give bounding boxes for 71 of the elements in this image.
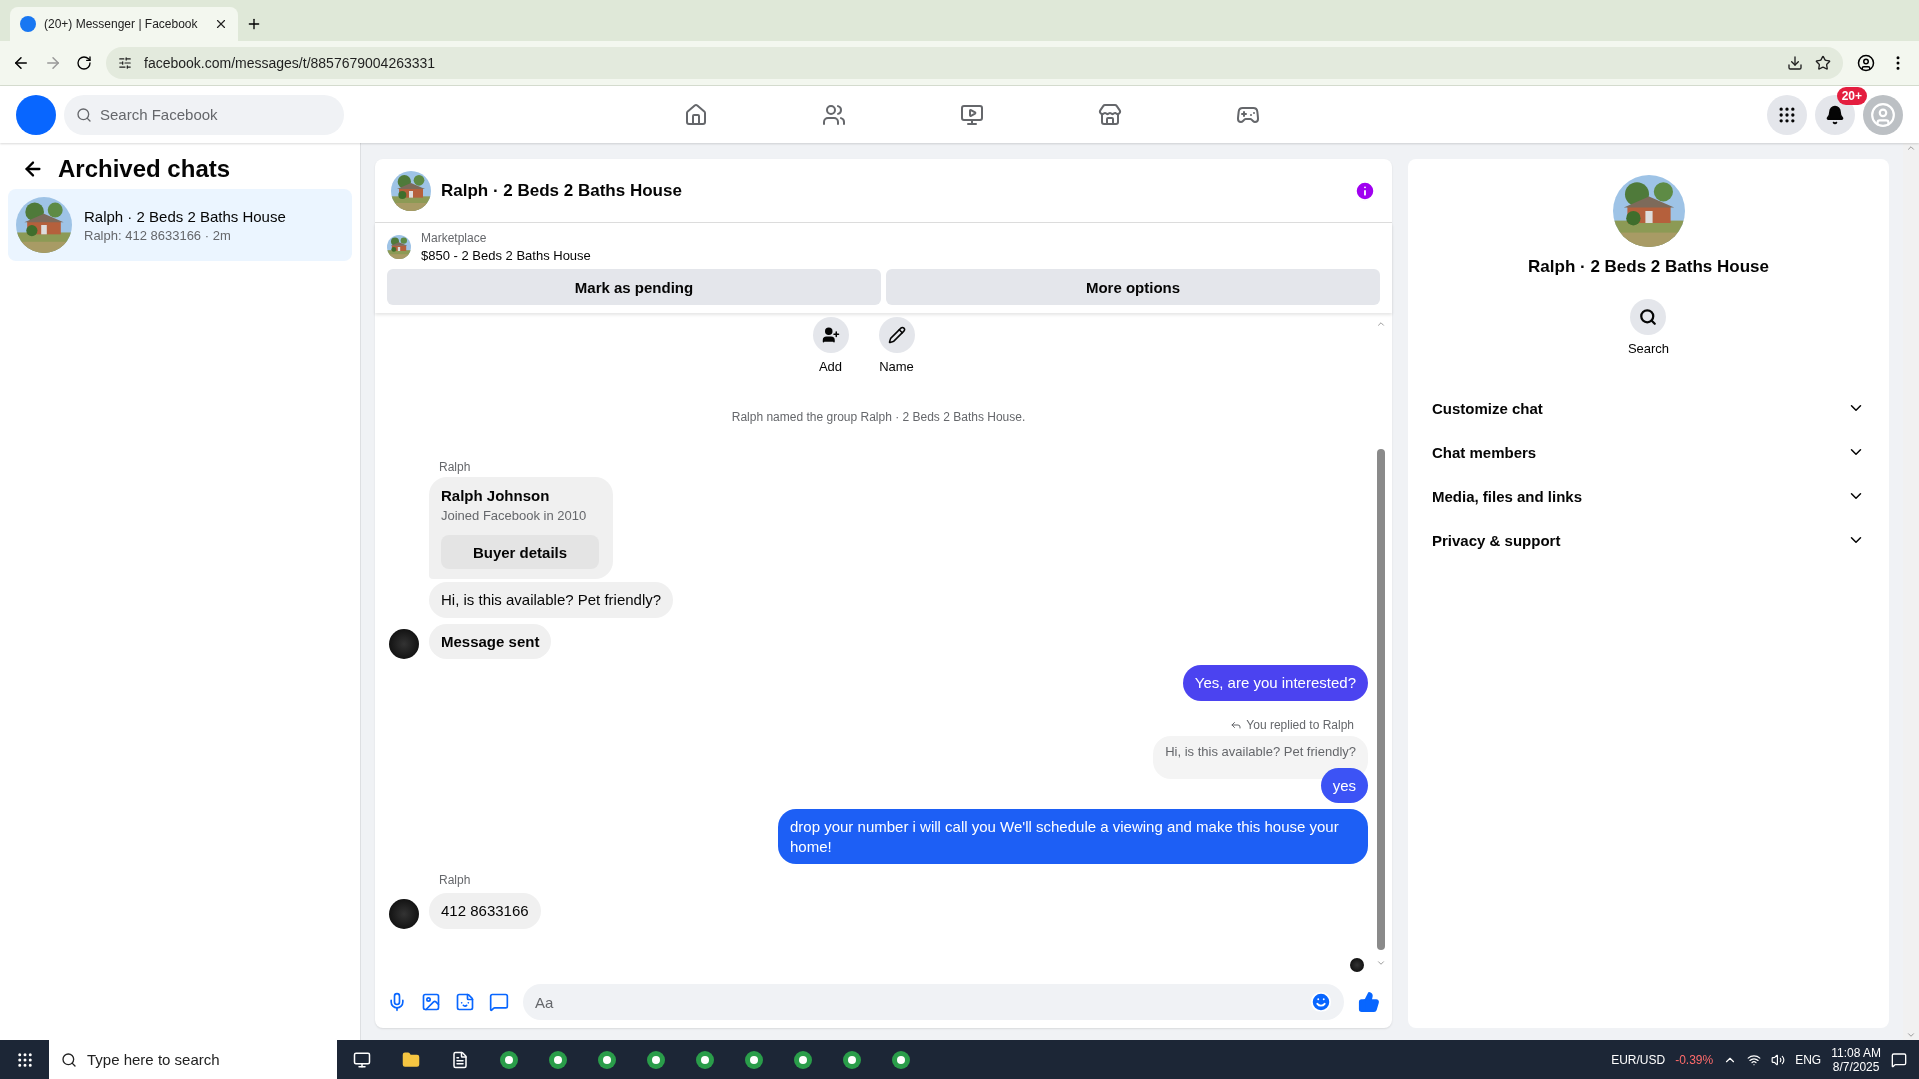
menu-grid-button[interactable]	[1767, 94, 1807, 135]
taskbar-search[interactable]: Type here to search	[49, 1040, 337, 1079]
search-icon	[61, 1051, 77, 1068]
message-bubble: 412 8633166	[429, 893, 541, 929]
url-text: facebook.com/messages/t/8857679004263331	[144, 55, 437, 71]
notification-badge: 20+	[1836, 86, 1867, 105]
listing-title: $850 - 2 Beds 2 Baths House	[421, 248, 591, 263]
reload-icon[interactable]	[76, 55, 92, 71]
message-bubble: Hi, is this available? Pet friendly?	[429, 582, 674, 618]
search-icon	[76, 106, 92, 123]
sender-name: Ralph	[439, 460, 472, 474]
ticker-symbol: EUR/USD	[1611, 1052, 1666, 1067]
mic-icon[interactable]	[387, 992, 407, 1012]
buyer-joined: Joined Facebook in 2010	[441, 508, 588, 523]
seen-avatar	[1350, 958, 1364, 972]
bell-icon	[1825, 104, 1845, 125]
buyer-name: Ralph Johnson	[441, 487, 551, 504]
profile-icon[interactable]	[1857, 54, 1875, 72]
search-field[interactable]: Search Facebook	[64, 94, 344, 135]
message-bubble: Message sent	[429, 623, 552, 659]
network-icon[interactable]	[1747, 1052, 1762, 1067]
chat-title: Ralph · 2 Beds 2 Baths House	[441, 180, 683, 201]
ticker-change: -0.39%	[1675, 1052, 1714, 1067]
close-icon[interactable]	[214, 17, 228, 31]
sticker-icon[interactable]	[455, 992, 475, 1012]
message-bubble: yes	[1320, 767, 1368, 803]
info-icon[interactable]	[1354, 179, 1376, 202]
details-title: Ralph · 2 Beds 2 Baths House	[1528, 257, 1769, 277]
volume-icon[interactable]	[1771, 1052, 1786, 1067]
notification-icon[interactable]	[1891, 1051, 1907, 1068]
listing-button[interactable]: More options	[886, 269, 1380, 305]
like-icon[interactable]	[1358, 991, 1380, 1013]
message-bubble: drop your number i will call you We'll schedule a viewing and make this house your home!	[778, 809, 1368, 864]
tab-title: (20+) Messenger | Facebook	[44, 17, 199, 31]
photo-icon[interactable]	[421, 992, 441, 1012]
scrollbar-thumb[interactable]	[1377, 449, 1385, 950]
details-section[interactable]: Chat members	[1424, 430, 1873, 474]
search-placeholder: Search Facebook	[100, 106, 218, 123]
site-info-icon[interactable]	[118, 56, 132, 70]
back-icon[interactable]	[12, 54, 30, 72]
chat-preview: Ralph: 412 8633166 · 2m	[84, 227, 232, 243]
listing-button[interactable]: Mark as pending	[387, 269, 881, 305]
bookmark-icon[interactable]	[1815, 55, 1831, 71]
browser-tab[interactable]: (20+) Messenger | Facebook	[10, 7, 238, 41]
address-bar[interactable]: facebook.com/messages/t/8857679004263331	[106, 47, 1843, 79]
install-icon[interactable]	[1787, 55, 1803, 71]
avatar-icon	[1870, 101, 1896, 128]
sender-name: Ralph	[439, 873, 472, 887]
message-bubble: Yes, are you interested?	[1182, 665, 1368, 701]
chat-name: Ralph · 2 Beds 2 Baths House	[84, 207, 286, 225]
chat-item[interactable]: Ralph · 2 Beds 2 Baths House Ralph: 412 8633166 · 2m	[8, 189, 352, 261]
details-section[interactable]: Customize chat	[1424, 386, 1873, 430]
clock[interactable]: 11:08 AM 8/7/2025	[1831, 1045, 1881, 1074]
details-section[interactable]: Media, files and links	[1424, 474, 1873, 518]
forward-icon[interactable]	[44, 54, 62, 72]
details-section[interactable]: Privacy & support	[1424, 518, 1873, 562]
listing-source: Marketplace	[421, 231, 488, 245]
quoted-message: Hi, is this available? Pet friendly?	[1153, 735, 1368, 779]
language-indicator[interactable]: ENG	[1795, 1052, 1822, 1067]
pencil-icon	[887, 326, 906, 344]
system-message: Ralph named the group Ralph · 2 Beds 2 Baths House.	[730, 410, 1027, 424]
favicon	[20, 16, 36, 32]
logo[interactable]	[16, 94, 56, 135]
reply-label: You replied to Ralph	[1246, 717, 1354, 732]
message-field[interactable]: Aa	[523, 984, 1344, 1020]
sidebar-title: Archived chats	[58, 155, 231, 183]
buyer-details-button[interactable]: Buyer details	[441, 535, 599, 569]
emoji-icon[interactable]	[1310, 991, 1332, 1013]
add-person-icon	[821, 326, 840, 344]
new-tab-icon[interactable]	[246, 16, 262, 32]
search-icon	[1639, 308, 1658, 326]
